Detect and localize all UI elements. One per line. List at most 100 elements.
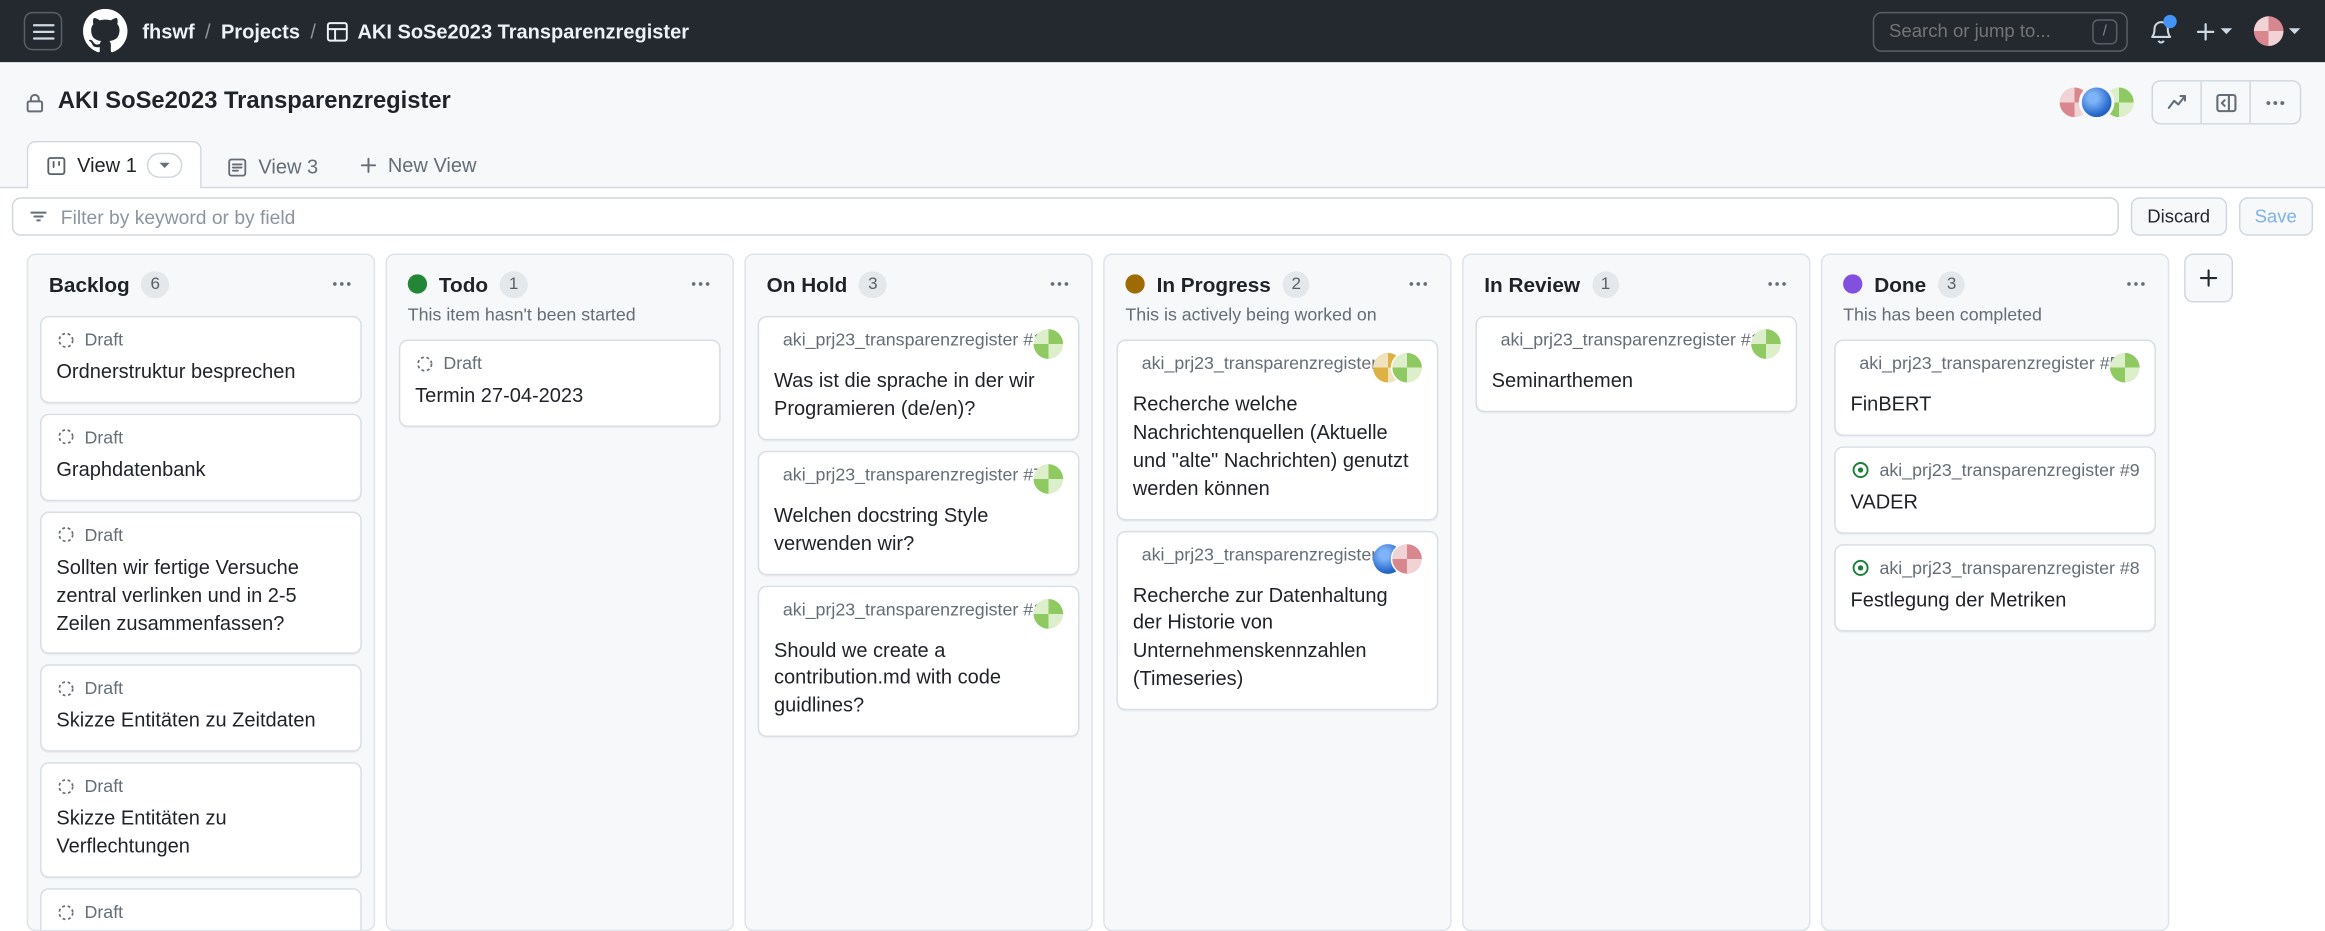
card[interactable]: Draft Termin 27-04-2023 <box>399 340 721 427</box>
card[interactable]: Draft QFD - Quality Function Deployment <box>40 888 362 929</box>
assignee-avatar <box>1033 598 1063 628</box>
plus-icon <box>358 156 377 175</box>
notifications-button[interactable] <box>2149 19 2174 44</box>
card[interactable]: aki_prj23_transparenzregister #10 Semina… <box>1475 316 1797 412</box>
card[interactable]: Draft Skizze Entitäten zu Verflechtungen <box>40 763 362 878</box>
new-view-button[interactable]: New View <box>343 144 491 187</box>
slash-shortcut-hint: / <box>2092 19 2117 44</box>
filter-input[interactable] <box>61 205 2103 227</box>
card-type-label: Draft <box>85 427 124 448</box>
card[interactable]: aki_prj23_transparenzregister #11 Was is… <box>758 316 1080 440</box>
breadcrumb-projects[interactable]: Projects <box>221 20 300 42</box>
card-type-label: Draft <box>85 678 124 699</box>
insights-button[interactable] <box>2153 82 2202 124</box>
card[interactable]: Draft Skizze Entitäten zu Zeitdaten <box>40 665 362 752</box>
hamburger-menu-button[interactable] <box>24 12 63 51</box>
column-menu-button[interactable] <box>328 270 356 298</box>
assignee-avatar <box>1751 329 1781 359</box>
column-name: Done <box>1874 272 1926 296</box>
column-name: In Progress <box>1157 272 1271 296</box>
column-status-dot <box>1125 274 1144 293</box>
breadcrumb-project[interactable]: AKI SoSe2023 Transparenzregister <box>326 20 689 42</box>
column-on-hold: On Hold 3 aki_prj23_transparenzregister … <box>744 254 1092 931</box>
card[interactable]: aki_prj23_transparenzregister #5 FinBERT <box>1834 340 2156 436</box>
column-menu-button[interactable] <box>1404 270 1432 298</box>
card[interactable]: aki_prj23_transparenzregister #2 Recherc… <box>1117 530 1439 710</box>
save-button[interactable]: Save <box>2238 197 2313 236</box>
assignee-avatar <box>2110 353 2140 383</box>
tab-view-3[interactable]: View 3 <box>208 144 337 188</box>
kebab-icon <box>1407 273 1429 295</box>
hamburger-icon <box>32 20 54 42</box>
global-search[interactable]: / <box>1873 11 2128 51</box>
assignee-avatars <box>1373 544 1422 574</box>
side-panel-button[interactable] <box>2202 82 2251 124</box>
kanban-board: Backlog 6 Draft Ordnerstruktur bespreche… <box>0 245 2325 929</box>
collaborator-avatars[interactable] <box>2057 85 2137 121</box>
search-input[interactable] <box>1889 21 2083 42</box>
assignee-avatar <box>1033 464 1063 494</box>
card-title: Was ist die sprache in der wir Programie… <box>774 368 1063 424</box>
column-menu-button[interactable] <box>687 270 715 298</box>
issue-ref: aki_prj23_transparenzregister #3 <box>1142 353 1402 374</box>
card-type-label: Draft <box>443 353 482 374</box>
kebab-icon <box>331 273 353 295</box>
filter-bar: Discard Save <box>0 188 2325 244</box>
card[interactable]: aki_prj23_transparenzregister #3 Recherc… <box>1117 340 1439 520</box>
issue-ref: aki_prj23_transparenzregister #12 <box>783 598 1053 619</box>
caret-down-icon <box>2220 27 2233 36</box>
column-backlog: Backlog 6 Draft Ordnerstruktur bespreche… <box>27 254 375 931</box>
column-count-badge: 2 <box>1283 271 1310 298</box>
column-name: In Review <box>1484 272 1580 296</box>
add-column-button[interactable] <box>2184 254 2233 303</box>
card[interactable]: Draft Graphdatenbank <box>40 414 362 501</box>
page-title: AKI SoSe2023 Transparenzregister <box>24 89 451 116</box>
notification-dot <box>2163 14 2176 27</box>
column-menu-button[interactable] <box>2122 270 2150 298</box>
column-menu-button[interactable] <box>1045 270 1073 298</box>
side-panel-icon <box>2215 91 2237 113</box>
draft-icon <box>56 679 75 698</box>
card-title: Skizze Entitäten zu Verflechtungen <box>56 806 345 862</box>
draft-icon <box>56 777 75 796</box>
breadcrumb-org[interactable]: fhswf <box>142 20 194 42</box>
project-menu-button[interactable] <box>2251 82 2300 124</box>
column-count-badge: 3 <box>859 271 886 298</box>
kebab-icon <box>2264 91 2286 113</box>
assignee-avatars <box>1033 329 1063 359</box>
column-in-progress: In Progress 2 This is actively being wor… <box>1103 254 1451 931</box>
kebab-icon <box>1766 273 1788 295</box>
card[interactable]: aki_prj23_transparenzregister #12 Should… <box>758 585 1080 737</box>
issue-ref: aki_prj23_transparenzregister #11 <box>783 329 1052 350</box>
card[interactable]: aki_prj23_transparenzregister #8 Festleg… <box>1834 544 2156 631</box>
kebab-icon <box>1048 273 1070 295</box>
assignee-avatar <box>1392 353 1422 383</box>
card-title: Termin 27-04-2023 <box>415 383 704 411</box>
card[interactable]: aki_prj23_transparenzregister #9 VADER <box>1834 446 2156 533</box>
card-title: VADER <box>1851 489 2140 517</box>
column-name: On Hold <box>767 272 848 296</box>
card[interactable]: Draft Sollten wir fertige Versuche zentr… <box>40 511 362 654</box>
column-menu-button[interactable] <box>1763 270 1791 298</box>
draft-icon <box>56 428 75 447</box>
filter-field[interactable] <box>12 197 2119 236</box>
card[interactable]: Draft Ordnerstruktur besprechen <box>40 316 362 403</box>
tab-view-1[interactable]: View 1 <box>27 141 202 188</box>
github-logo-icon[interactable] <box>83 9 127 53</box>
column-count-badge: 3 <box>1938 271 1965 298</box>
discard-button[interactable]: Discard <box>2131 197 2226 236</box>
draft-icon <box>56 330 75 349</box>
card[interactable]: aki_prj23_transparenzregister #7 Welchen… <box>758 450 1080 574</box>
view-options-button[interactable] <box>147 153 183 178</box>
column-description: This has been completed <box>1822 304 2167 328</box>
draft-icon <box>56 902 75 921</box>
assignee-avatars <box>1373 353 1422 383</box>
column-count-badge: 1 <box>1592 271 1619 298</box>
user-menu-button[interactable] <box>2254 16 2301 46</box>
create-new-button[interactable] <box>2195 20 2234 42</box>
issue-ref: aki_prj23_transparenzregister #8 <box>1880 557 2140 578</box>
lock-icon <box>24 91 46 113</box>
card-title: Sollten wir fertige Versuche zentral ver… <box>56 554 345 638</box>
card-title: FinBERT <box>1851 391 2140 419</box>
kebab-icon <box>689 273 711 295</box>
